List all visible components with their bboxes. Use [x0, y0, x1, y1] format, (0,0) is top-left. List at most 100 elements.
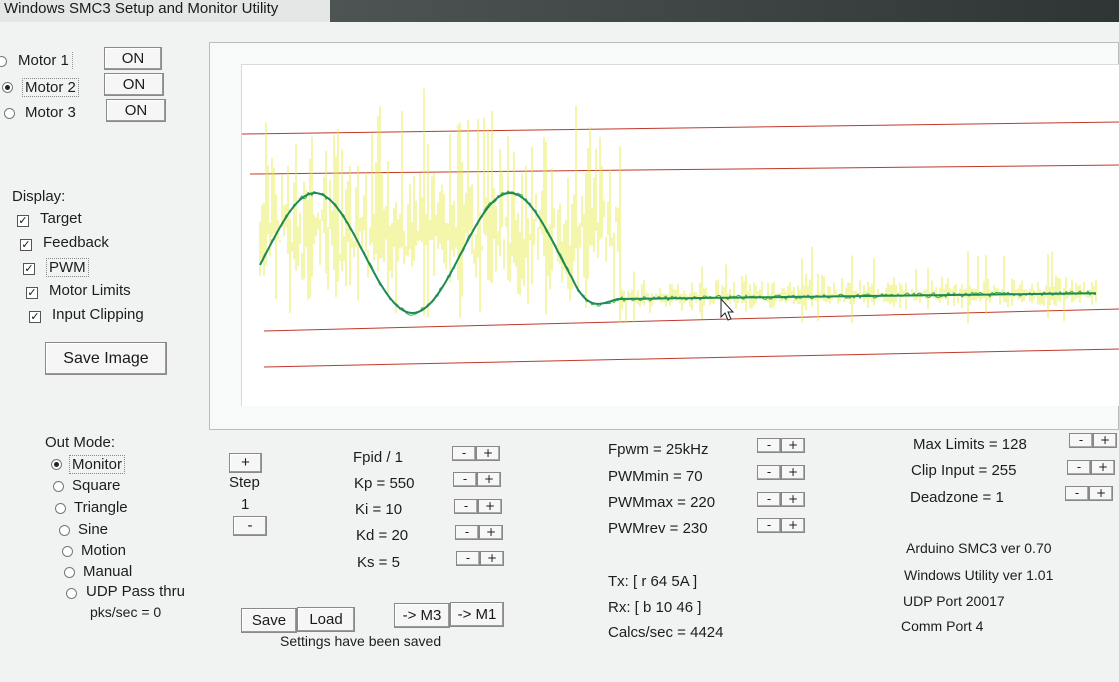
motor-2-label[interactable]: Motor 2 — [22, 78, 79, 97]
pwmrev-adjust: - + — [757, 518, 805, 533]
triangle-radio[interactable] — [55, 503, 66, 514]
deadzone-minus-button[interactable]: - — [1065, 486, 1089, 501]
square-radio[interactable] — [53, 481, 64, 492]
tx-readout: Tx: [ r 64 5A ] — [608, 573, 698, 590]
pwmmin-plus-button[interactable]: + — [781, 465, 805, 480]
udp-pass-thru-radio[interactable] — [66, 588, 77, 599]
fpid-adjust: - + — [452, 446, 500, 461]
motor-1-label[interactable]: Motor 1 — [18, 52, 73, 69]
copy-to-m1-button[interactable]: -> M1 — [450, 602, 504, 627]
motor-3-radio[interactable] — [4, 108, 15, 119]
motor-2-radio[interactable] — [2, 82, 13, 93]
ks-plus-button[interactable]: + — [480, 551, 504, 566]
step-decrease-button[interactable]: - — [233, 516, 267, 536]
arduino-version: Arduino SMC3 ver 0.70 — [906, 540, 1052, 556]
pwm-label[interactable]: PWM — [46, 258, 89, 277]
ks-minus-button[interactable]: - — [456, 551, 480, 566]
ki-label: Ki = 10 — [355, 501, 403, 518]
manual-label[interactable]: Manual — [83, 563, 132, 580]
main-window: Motor 1 ON Motor 2 ON Motor 3 ON Display… — [0, 22, 1119, 682]
pwmmax-label: PWMmax = 220 — [608, 494, 716, 511]
title-bar: Windows SMC3 Setup and Monitor Utility — [0, 0, 1119, 22]
target-label[interactable]: Target — [40, 210, 82, 227]
kd-adjust: - + — [455, 525, 503, 540]
pwm-checkbox[interactable]: ✓ — [23, 263, 35, 275]
max-limits-label: Max Limits = 128 — [913, 436, 1027, 453]
square-label[interactable]: Square — [72, 477, 120, 494]
status-message: Settings have been saved — [280, 633, 442, 649]
sine-label[interactable]: Sine — [78, 521, 108, 538]
display-heading: Display: — [12, 188, 66, 205]
ki-plus-button[interactable]: + — [478, 499, 502, 514]
mouse-cursor-icon — [720, 297, 735, 321]
limit-line-1 — [241, 121, 1119, 135]
kd-minus-button[interactable]: - — [455, 525, 479, 540]
feedback-label[interactable]: Feedback — [43, 234, 109, 251]
clip-input-minus-button[interactable]: - — [1067, 460, 1091, 475]
motor-1-radio[interactable] — [0, 56, 7, 67]
fpid-label: Fpid / 1 — [353, 449, 404, 466]
clip-input-adjust: - + — [1067, 460, 1115, 475]
fpid-minus-button[interactable]: - — [452, 446, 476, 461]
load-button[interactable]: Load — [297, 607, 355, 632]
motor-3-on-button[interactable]: ON — [106, 99, 166, 122]
pwmmin-adjust: - + — [757, 465, 805, 480]
pwmmin-label: PWMmin = 70 — [608, 468, 703, 485]
kd-plus-button[interactable]: + — [479, 525, 503, 540]
max-limits-plus-button[interactable]: + — [1093, 433, 1117, 448]
deadzone-label: Deadzone = 1 — [910, 489, 1004, 506]
copy-to-m3-button[interactable]: -> M3 — [394, 603, 450, 628]
pwmmin-minus-button[interactable]: - — [757, 465, 781, 480]
signal-plot — [241, 88, 1119, 368]
ks-adjust: - + — [456, 551, 504, 566]
fpwm-minus-button[interactable]: - — [757, 438, 781, 453]
clip-input-plus-button[interactable]: + — [1091, 460, 1115, 475]
max-limits-adjust: - + — [1069, 433, 1117, 448]
kp-adjust: - + — [453, 472, 501, 487]
input-clipping-label[interactable]: Input Clipping — [52, 306, 144, 323]
feedback-checkbox[interactable]: ✓ — [20, 239, 32, 251]
motor-1-on-button[interactable]: ON — [104, 47, 162, 70]
triangle-label[interactable]: Triangle — [74, 499, 128, 516]
sine-radio[interactable] — [59, 525, 70, 536]
comm-port: Comm Port 4 — [901, 618, 984, 634]
plot-area — [241, 64, 1119, 406]
utility-version: Windows Utility ver 1.01 — [904, 567, 1054, 583]
pwmmax-adjust: - + — [757, 492, 805, 507]
input-clipping-checkbox[interactable]: ✓ — [29, 311, 41, 323]
pwmrev-plus-button[interactable]: + — [781, 518, 805, 533]
motor-limits-checkbox[interactable]: ✓ — [26, 287, 38, 299]
pwmmax-minus-button[interactable]: - — [757, 492, 781, 507]
limit-line-4 — [263, 348, 1119, 368]
deadzone-plus-button[interactable]: + — [1089, 486, 1113, 501]
monitor-label[interactable]: Monitor — [69, 455, 126, 474]
step-increase-button[interactable]: + — [229, 453, 262, 473]
ks-label: Ks = 5 — [357, 554, 400, 571]
monitor-radio[interactable] — [51, 459, 62, 470]
motor-2-on-button[interactable]: ON — [104, 73, 164, 96]
udp-pass-thru-label[interactable]: UDP Pass thru — [86, 583, 185, 600]
save-button[interactable]: Save — [241, 608, 297, 633]
step-label: Step — [229, 474, 260, 491]
motor-limits-label[interactable]: Motor Limits — [49, 282, 131, 299]
motor-3-label[interactable]: Motor 3 — [25, 104, 76, 121]
save-image-button[interactable]: Save Image — [45, 342, 167, 375]
fpid-plus-button[interactable]: + — [476, 446, 500, 461]
motion-radio[interactable] — [62, 546, 73, 557]
fpwm-label: Fpwm = 25kHz — [608, 441, 709, 458]
ki-adjust: - + — [454, 499, 502, 514]
kp-plus-button[interactable]: + — [477, 472, 501, 487]
max-limits-minus-button[interactable]: - — [1069, 433, 1093, 448]
motion-label[interactable]: Motion — [81, 542, 126, 559]
fpwm-plus-button[interactable]: + — [781, 438, 805, 453]
window-title: Windows SMC3 Setup and Monitor Utility — [4, 0, 279, 17]
manual-radio[interactable] — [64, 567, 75, 578]
pwmrev-minus-button[interactable]: - — [757, 518, 781, 533]
kp-minus-button[interactable]: - — [453, 472, 477, 487]
target-checkbox[interactable]: ✓ — [17, 215, 29, 227]
pwmmax-plus-button[interactable]: + — [781, 492, 805, 507]
step-value: 1 — [241, 496, 250, 513]
limit-line-3 — [263, 308, 1119, 332]
deadzone-adjust: - + — [1065, 486, 1113, 501]
ki-minus-button[interactable]: - — [454, 499, 478, 514]
